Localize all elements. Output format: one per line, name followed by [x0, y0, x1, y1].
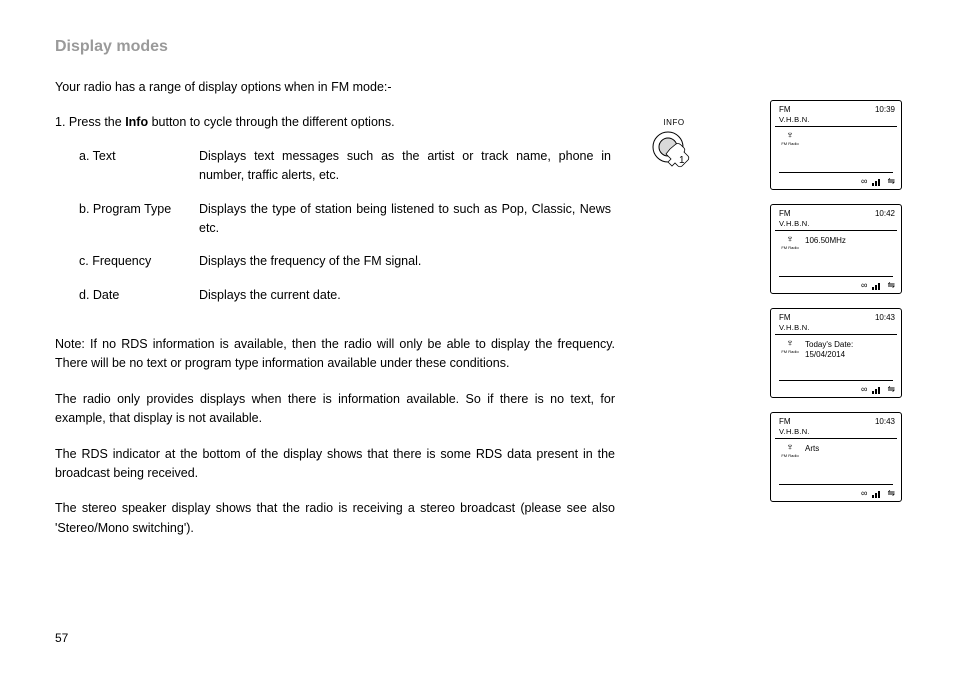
display-panel: FM 10:43 V.H.B.N. ♆ FM Radio Today's Dat…	[770, 308, 902, 398]
station-label: V.H.B.N.	[771, 115, 901, 124]
step1-suffix: button to cycle through the different op…	[148, 115, 394, 129]
display-panel: FM 10:43 V.H.B.N. ♆ FM Radio Arts ∞ ⇋	[770, 412, 902, 502]
note-paragraph: Note: If no RDS information is available…	[55, 335, 615, 374]
stereo-icon: ∞	[861, 281, 867, 290]
display-items-table: a. Text Displays text messages such as t…	[79, 147, 611, 319]
info-button-icon: 1	[646, 129, 702, 177]
item-desc: Displays the type of station being liste…	[199, 200, 611, 253]
panel-info-text: Today's Date: 15/04/2014	[805, 339, 853, 360]
panel-info-text: 106.50MHz	[805, 235, 846, 246]
fm-radio-icon: ♆ FM Radio	[781, 443, 799, 458]
item-label: d. Date	[79, 286, 199, 319]
section-title: Display modes	[55, 38, 914, 56]
table-row: b. Program Type Displays the type of sta…	[79, 200, 611, 253]
station-label: V.H.B.N.	[771, 219, 901, 228]
antenna-glyph: ♆	[781, 131, 799, 141]
fm-radio-icon: ♆ FM Radio	[781, 339, 799, 354]
station-label: V.H.B.N.	[771, 323, 901, 332]
time-label: 10:42	[875, 209, 895, 218]
fm-icon-caption: FM Radio	[781, 349, 799, 354]
mode-label: FM	[779, 105, 791, 114]
mode-label: FM	[779, 313, 791, 322]
fm-radio-icon: ♆ FM Radio	[781, 131, 799, 146]
step-1: 1. Press the Info button to cycle throug…	[55, 113, 615, 132]
signal-icon	[872, 281, 882, 290]
time-label: 10:43	[875, 313, 895, 322]
body-paragraph: The RDS indicator at the bottom of the d…	[55, 445, 615, 484]
fm-icon-caption: FM Radio	[781, 245, 799, 250]
intro-line: Your radio has a range of display option…	[55, 78, 615, 97]
table-row: a. Text Displays text messages such as t…	[79, 147, 611, 200]
rds-icon: ⇋	[887, 489, 895, 498]
item-desc: Displays the current date.	[199, 286, 611, 319]
item-label: a. Text	[79, 147, 199, 200]
item-label: c. Frequency	[79, 252, 199, 285]
item-label: b. Program Type	[79, 200, 199, 253]
info-bold: Info	[125, 115, 148, 129]
table-row: d. Date Displays the current date.	[79, 286, 611, 319]
info-label: INFO	[644, 118, 704, 127]
antenna-glyph: ♆	[781, 235, 799, 245]
rds-icon: ⇋	[887, 177, 895, 186]
signal-icon	[872, 489, 882, 498]
fm-icon-caption: FM Radio	[781, 141, 799, 146]
table-row: c. Frequency Displays the frequency of t…	[79, 252, 611, 285]
stereo-icon: ∞	[861, 489, 867, 498]
panel-info-text: Arts	[805, 443, 819, 454]
info-button-diagram: INFO 1	[644, 118, 704, 180]
display-panel: FM 10:39 V.H.B.N. ♆ FM Radio ∞ ⇋	[770, 100, 902, 190]
mode-label: FM	[779, 417, 791, 426]
item-desc: Displays the frequency of the FM signal.	[199, 252, 611, 285]
display-panel: FM 10:42 V.H.B.N. ♆ FM Radio 106.50MHz ∞…	[770, 204, 902, 294]
stereo-icon: ∞	[861, 177, 867, 186]
stereo-icon: ∞	[861, 385, 867, 394]
rds-icon: ⇋	[887, 385, 895, 394]
fm-icon-caption: FM Radio	[781, 453, 799, 458]
display-examples: FM 10:39 V.H.B.N. ♆ FM Radio ∞ ⇋ FM 10:4…	[770, 100, 902, 502]
time-label: 10:39	[875, 105, 895, 114]
signal-icon	[872, 177, 882, 186]
antenna-glyph: ♆	[781, 339, 799, 349]
step-number: 1	[679, 155, 685, 166]
time-label: 10:43	[875, 417, 895, 426]
body-paragraph: The radio only provides displays when th…	[55, 390, 615, 429]
item-desc: Displays text messages such as the artis…	[199, 147, 611, 200]
mode-label: FM	[779, 209, 791, 218]
page-number: 57	[55, 631, 68, 645]
fm-radio-icon: ♆ FM Radio	[781, 235, 799, 250]
body-paragraph: The stereo speaker display shows that th…	[55, 499, 615, 538]
rds-icon: ⇋	[887, 281, 895, 290]
signal-icon	[872, 385, 882, 394]
antenna-glyph: ♆	[781, 443, 799, 453]
step1-prefix: 1. Press the	[55, 115, 125, 129]
body-text-column: Your radio has a range of display option…	[55, 78, 615, 538]
station-label: V.H.B.N.	[771, 427, 901, 436]
